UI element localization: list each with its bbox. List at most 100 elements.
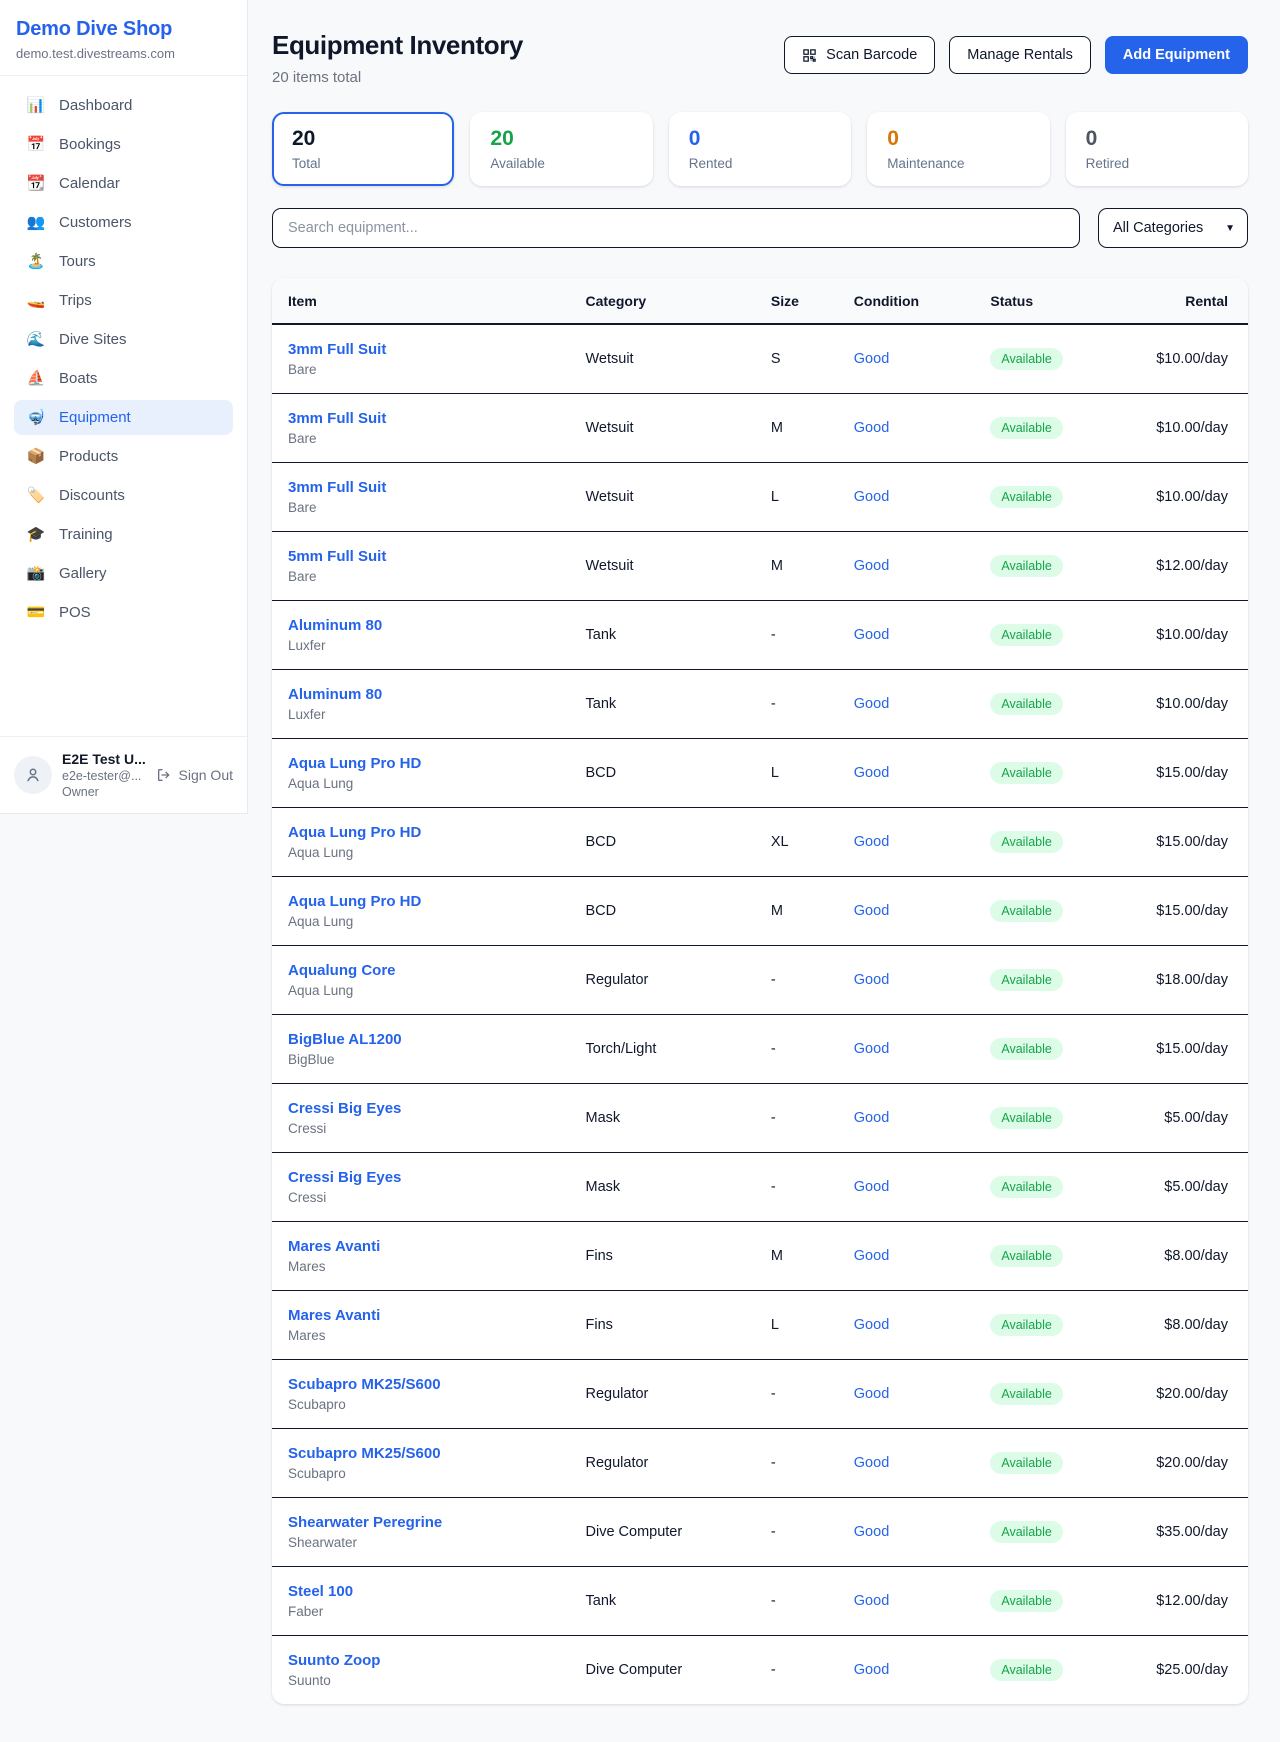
- sidebar-item-gallery[interactable]: 📸Gallery: [14, 556, 233, 591]
- condition-link[interactable]: Good: [854, 696, 889, 712]
- sidebar-item-label: Equipment: [59, 409, 131, 426]
- item-name-link[interactable]: 5mm Full Suit: [288, 548, 386, 565]
- stat-card-maintenance[interactable]: 0Maintenance: [867, 112, 1049, 186]
- sidebar-item-dashboard[interactable]: 📊Dashboard: [14, 88, 233, 123]
- item-name-link[interactable]: Mares Avanti: [288, 1238, 380, 1255]
- table-row[interactable]: BigBlue AL1200BigBlueTorch/Light-GoodAva…: [272, 1014, 1248, 1083]
- condition-link[interactable]: Good: [854, 972, 889, 988]
- sidebar-item-pos[interactable]: 💳POS: [14, 595, 233, 630]
- item-name-link[interactable]: Scubapro MK25/S600: [288, 1445, 441, 1462]
- item-name-link[interactable]: Suunto Zoop: [288, 1652, 380, 1669]
- cell-category: BCD: [570, 876, 755, 945]
- table-row[interactable]: Cressi Big EyesCressiMask-GoodAvailable$…: [272, 1152, 1248, 1221]
- stat-card-rented[interactable]: 0Rented: [669, 112, 851, 186]
- item-name-link[interactable]: Mares Avanti: [288, 1307, 380, 1324]
- table-row[interactable]: Aqua Lung Pro HDAqua LungBCDMGoodAvailab…: [272, 876, 1248, 945]
- condition-link[interactable]: Good: [854, 627, 889, 643]
- equipment-icon: 🤿: [26, 410, 46, 425]
- cell-size: S: [755, 324, 838, 393]
- item-name-link[interactable]: BigBlue AL1200: [288, 1031, 402, 1048]
- table-row[interactable]: 3mm Full SuitBareWetsuitMGoodAvailable$1…: [272, 393, 1248, 462]
- chevron-down-icon: ▼: [1225, 223, 1235, 234]
- table-row[interactable]: Aluminum 80LuxferTank-GoodAvailable$10.0…: [272, 600, 1248, 669]
- logout-icon: [156, 767, 172, 783]
- sidebar-item-label: Customers: [59, 214, 132, 231]
- signout-button[interactable]: Sign Out: [156, 767, 233, 783]
- condition-link[interactable]: Good: [854, 1041, 889, 1057]
- item-name-link[interactable]: 3mm Full Suit: [288, 410, 386, 427]
- table-row[interactable]: Suunto ZoopSuuntoDive Computer-GoodAvail…: [272, 1635, 1248, 1704]
- table-row[interactable]: Aluminum 80LuxferTank-GoodAvailable$10.0…: [272, 669, 1248, 738]
- sidebar-nav: 📊Dashboard 📅Bookings 📆Calendar 👥Customers 🏝️…: [0, 76, 247, 736]
- sidebar-item-tours[interactable]: 🏝️Tours: [14, 244, 233, 279]
- condition-link[interactable]: Good: [854, 351, 889, 367]
- item-name-link[interactable]: Cressi Big Eyes: [288, 1100, 401, 1117]
- table-row[interactable]: Aqua Lung Pro HDAqua LungBCDXLGoodAvaila…: [272, 807, 1248, 876]
- avatar: [14, 756, 52, 794]
- training-icon: 🎓: [26, 527, 46, 542]
- table-row[interactable]: Mares AvantiMaresFinsLGoodAvailable$8.00…: [272, 1290, 1248, 1359]
- condition-link[interactable]: Good: [854, 1593, 889, 1609]
- condition-link[interactable]: Good: [854, 1386, 889, 1402]
- condition-link[interactable]: Good: [854, 420, 889, 436]
- item-name-link[interactable]: Aqualung Core: [288, 962, 396, 979]
- search-input[interactable]: [272, 208, 1080, 248]
- item-name-link[interactable]: Aqua Lung Pro HD: [288, 824, 421, 841]
- item-name-link[interactable]: 3mm Full Suit: [288, 479, 386, 496]
- table-row[interactable]: Aqua Lung Pro HDAqua LungBCDLGoodAvailab…: [272, 738, 1248, 807]
- item-name-link[interactable]: Shearwater Peregrine: [288, 1514, 442, 1531]
- table-row[interactable]: Scubapro MK25/S600ScubaproRegulator-Good…: [272, 1359, 1248, 1428]
- item-name-link[interactable]: 3mm Full Suit: [288, 341, 386, 358]
- condition-link[interactable]: Good: [854, 1455, 889, 1471]
- table-row[interactable]: Shearwater PeregrineShearwaterDive Compu…: [272, 1497, 1248, 1566]
- table-row[interactable]: Aqualung CoreAqua LungRegulator-GoodAvai…: [272, 945, 1248, 1014]
- item-name-link[interactable]: Aluminum 80: [288, 617, 382, 634]
- condition-link[interactable]: Good: [854, 834, 889, 850]
- sidebar-item-equipment[interactable]: 🤿 Equipment: [14, 400, 233, 435]
- sidebar-item-boats[interactable]: ⛵Boats: [14, 361, 233, 396]
- cell-size: M: [755, 876, 838, 945]
- table-row[interactable]: 5mm Full SuitBareWetsuitMGoodAvailable$1…: [272, 531, 1248, 600]
- condition-link[interactable]: Good: [854, 1248, 889, 1264]
- condition-link[interactable]: Good: [854, 489, 889, 505]
- item-name-link[interactable]: Aqua Lung Pro HD: [288, 755, 421, 772]
- stat-value: 20: [292, 127, 434, 151]
- scan-barcode-button[interactable]: Scan Barcode: [784, 36, 935, 74]
- item-name-link[interactable]: Cressi Big Eyes: [288, 1169, 401, 1186]
- condition-link[interactable]: Good: [854, 1662, 889, 1678]
- condition-link[interactable]: Good: [854, 1524, 889, 1540]
- item-name-link[interactable]: Steel 100: [288, 1583, 353, 1600]
- condition-link[interactable]: Good: [854, 765, 889, 781]
- sidebar-item-bookings[interactable]: 📅Bookings: [14, 127, 233, 162]
- item-name-link[interactable]: Scubapro MK25/S600: [288, 1376, 441, 1393]
- cell-rental: $10.00/day: [1140, 324, 1248, 393]
- sidebar-item-discounts[interactable]: 🏷️Discounts: [14, 478, 233, 513]
- manage-rentals-button[interactable]: Manage Rentals: [949, 36, 1091, 74]
- table-row[interactable]: Mares AvantiMaresFinsMGoodAvailable$8.00…: [272, 1221, 1248, 1290]
- qr-code-icon: [802, 48, 817, 63]
- sidebar-item-dive-sites[interactable]: 🌊Dive Sites: [14, 322, 233, 357]
- table-row[interactable]: 3mm Full SuitBareWetsuitSGoodAvailable$1…: [272, 324, 1248, 393]
- table-row[interactable]: Scubapro MK25/S600ScubaproRegulator-Good…: [272, 1428, 1248, 1497]
- stat-card-available[interactable]: 20Available: [470, 112, 652, 186]
- table-row[interactable]: Steel 100FaberTank-GoodAvailable$12.00/d…: [272, 1566, 1248, 1635]
- category-filter-select[interactable]: All Categories ▼: [1098, 208, 1248, 248]
- sidebar-item-calendar[interactable]: 📆Calendar: [14, 166, 233, 201]
- table-row[interactable]: 3mm Full SuitBareWetsuitLGoodAvailable$1…: [272, 462, 1248, 531]
- condition-link[interactable]: Good: [854, 903, 889, 919]
- sidebar-item-trips[interactable]: 🚤Trips: [14, 283, 233, 318]
- condition-link[interactable]: Good: [854, 558, 889, 574]
- sidebar-item-customers[interactable]: 👥Customers: [14, 205, 233, 240]
- sidebar-item-label: Dive Sites: [59, 331, 127, 348]
- condition-link[interactable]: Good: [854, 1110, 889, 1126]
- sidebar-item-training[interactable]: 🎓Training: [14, 517, 233, 552]
- sidebar-item-products[interactable]: 📦Products: [14, 439, 233, 474]
- item-name-link[interactable]: Aqua Lung Pro HD: [288, 893, 421, 910]
- table-row[interactable]: Cressi Big EyesCressiMask-GoodAvailable$…: [272, 1083, 1248, 1152]
- add-equipment-button[interactable]: Add Equipment: [1105, 36, 1248, 74]
- condition-link[interactable]: Good: [854, 1317, 889, 1333]
- stat-card-retired[interactable]: 0Retired: [1066, 112, 1248, 186]
- item-name-link[interactable]: Aluminum 80: [288, 686, 382, 703]
- stat-card-total[interactable]: 20Total: [272, 112, 454, 186]
- condition-link[interactable]: Good: [854, 1179, 889, 1195]
